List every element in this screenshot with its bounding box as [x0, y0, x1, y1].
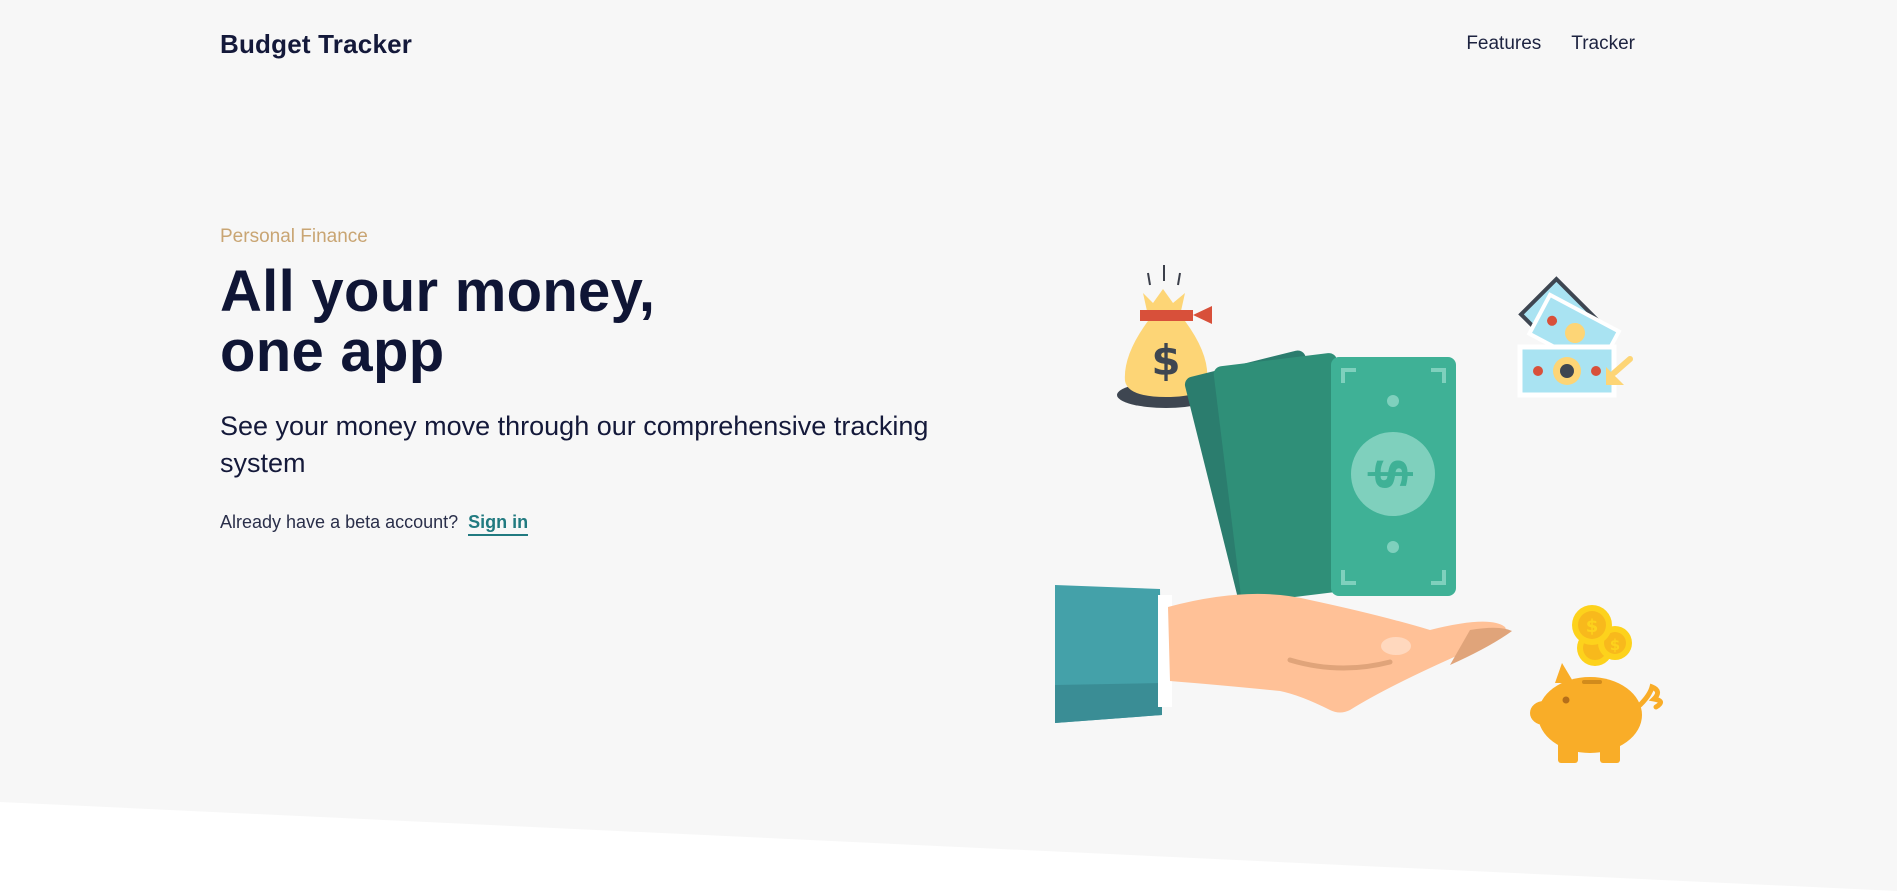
brand-logo[interactable]: Budget Tracker — [220, 29, 412, 60]
headline-line-1: All your money, — [220, 259, 656, 324]
signin-link[interactable]: Sign in — [468, 512, 529, 536]
nav-links: Features Tracker — [1466, 33, 1635, 55]
hero-section: Personal Finance All your money, one app… — [220, 226, 1000, 536]
hero-headline: All your money, one app — [220, 262, 1000, 382]
svg-text:$: $ — [1610, 636, 1620, 654]
open-hand-icon — [1055, 585, 1512, 723]
cash-bills-icon — [1517, 276, 1633, 398]
piggy-bank-icon — [1530, 663, 1663, 763]
hero-eyebrow: Personal Finance — [220, 226, 368, 247]
headline-line-2: one app — [220, 319, 445, 384]
svg-text:$: $ — [1363, 457, 1421, 492]
svg-text:$: $ — [1151, 336, 1180, 385]
banknote-stack-icon: $ — [1184, 350, 1456, 607]
nav-link-features[interactable]: Features — [1466, 33, 1541, 55]
hero-subhead: See your money move through our comprehe… — [220, 411, 929, 478]
nav-link-tracker[interactable]: Tracker — [1571, 33, 1635, 55]
hero-illustration: $ $ $ $ — [1050, 255, 1670, 765]
landing-page: Budget Tracker Features Tracker Personal… — [0, 0, 1897, 891]
gold-coins-icon: $ $ — [1572, 605, 1632, 666]
signin-prompt: Already have a beta account? — [220, 512, 459, 532]
svg-text:$: $ — [1586, 616, 1599, 637]
signin-row: Already have a beta account? Sign in — [220, 512, 1000, 536]
navbar: Budget Tracker Features Tracker — [220, 24, 1635, 64]
